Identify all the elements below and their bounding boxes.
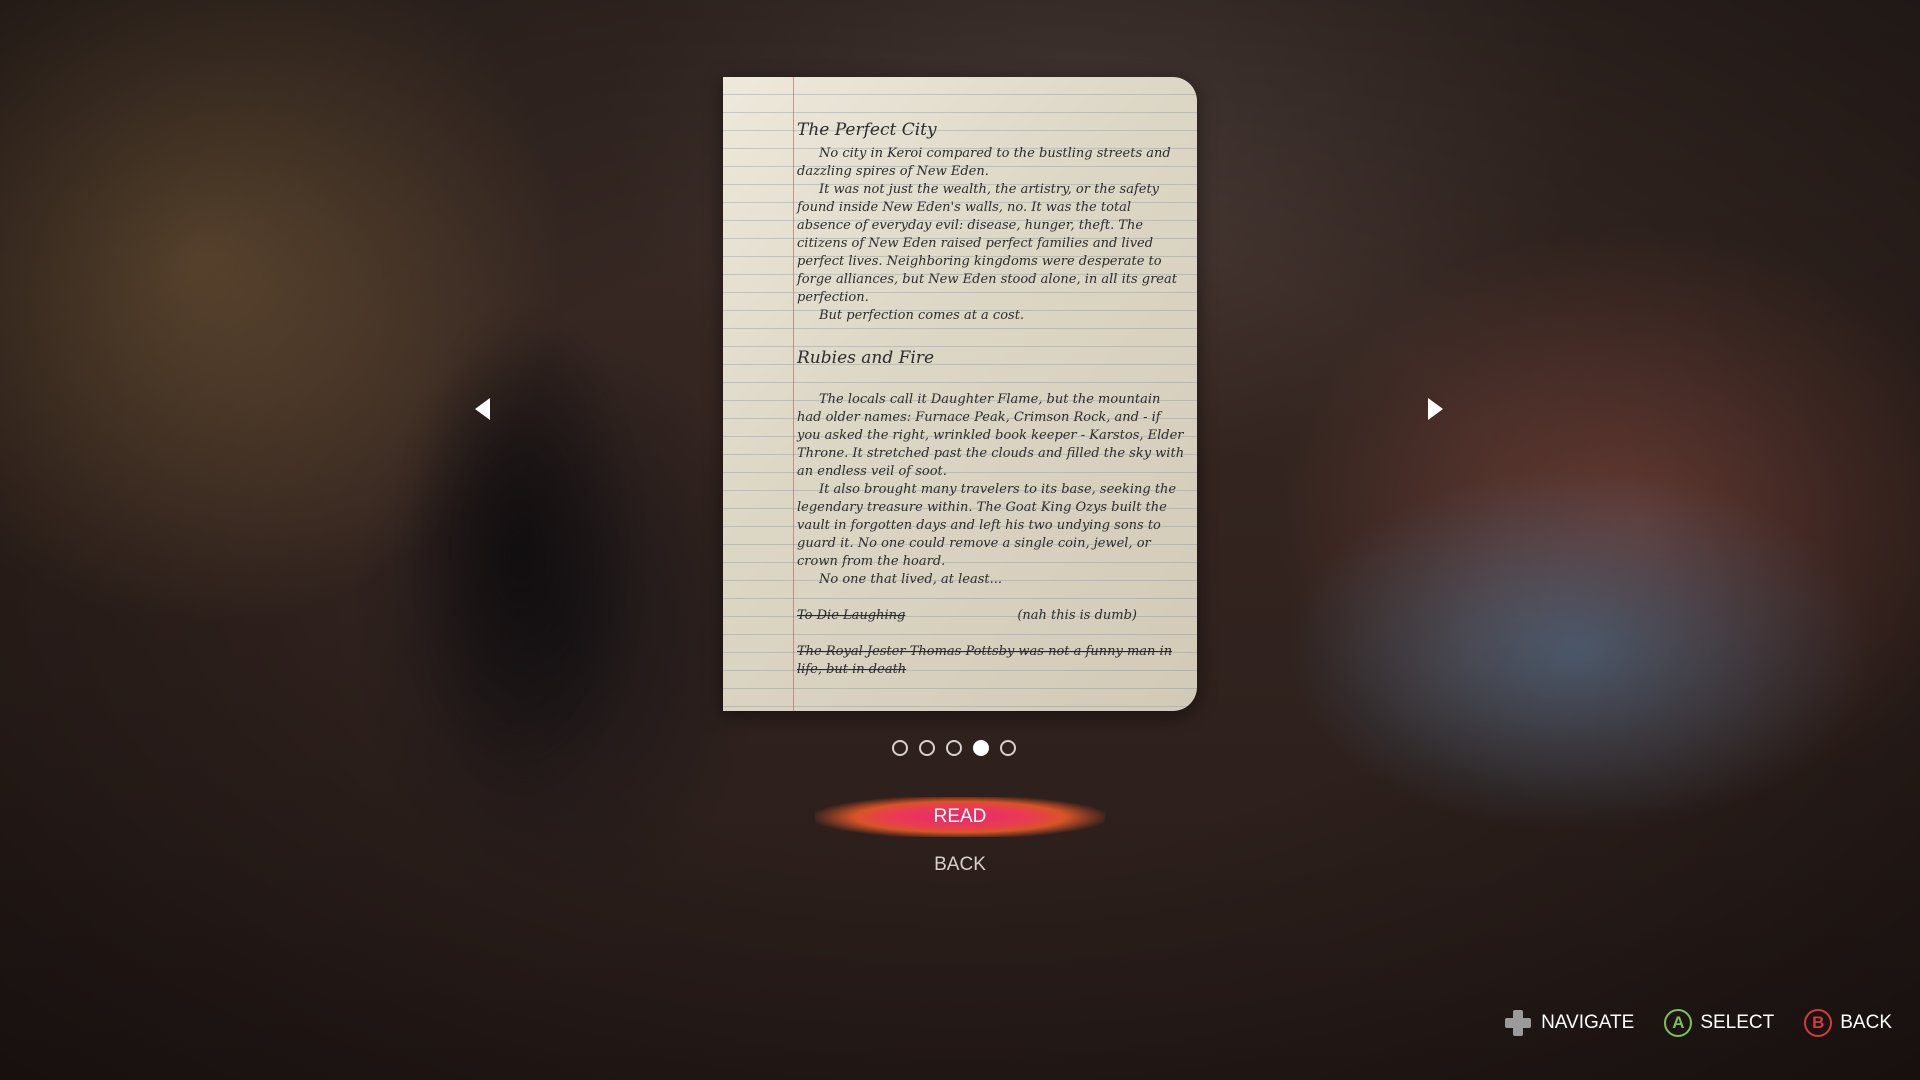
back-hint: B BACK — [1804, 1009, 1892, 1037]
struck-heading-row: To Die Laughing (nah this is dumb) — [797, 607, 1187, 625]
dpad-icon — [1503, 1008, 1533, 1038]
b-button-icon: B — [1804, 1009, 1833, 1037]
struck-line: The Royal Jester Thomas Pottsby was not … — [797, 644, 1173, 677]
next-page-arrow-icon[interactable] — [1428, 398, 1443, 420]
page-title: The Perfect City — [797, 120, 937, 140]
page-indicator — [892, 740, 1016, 756]
select-hint: A SELECT — [1664, 1009, 1774, 1037]
page-dot[interactable] — [1000, 740, 1016, 756]
back-label: BACK — [1840, 1012, 1892, 1033]
paragraph: It was not just the wealth, the artistry… — [797, 182, 1177, 305]
paragraph: The locals call it Daughter Flame, but t… — [797, 392, 1185, 479]
paragraph: But perfection comes at a cost. — [819, 308, 1025, 323]
paragraph: No one that lived, at least... — [819, 572, 1003, 587]
select-label: SELECT — [1700, 1012, 1775, 1033]
aside-note: (nah this is dumb) — [1017, 608, 1137, 623]
navigate-label: NAVIGATE — [1541, 1012, 1635, 1033]
navigate-hint: NAVIGATE — [1503, 1008, 1634, 1038]
section-title: Rubies and Fire — [797, 348, 935, 368]
controller-hints: NAVIGATE A SELECT B BACK — [1503, 1008, 1892, 1038]
page-dot[interactable] — [919, 740, 935, 756]
read-button[interactable]: READ — [815, 797, 1105, 837]
notebook-page: The Perfect City No city in Keroi compar… — [723, 77, 1197, 711]
paragraph: It also brought many travelers to its ba… — [797, 482, 1177, 569]
page-dot[interactable] — [973, 740, 989, 756]
back-button[interactable]: BACK — [880, 846, 1040, 884]
struck-title: To Die Laughing — [797, 608, 906, 623]
page-dot[interactable] — [892, 740, 908, 756]
character-silhouette — [340, 170, 700, 930]
page-dot[interactable] — [946, 740, 962, 756]
previous-page-arrow-icon[interactable] — [475, 398, 490, 420]
page-text: The Perfect City No city in Keroi compar… — [797, 115, 1187, 703]
paragraph: No city in Keroi compared to the bustlin… — [797, 146, 1171, 179]
a-button-icon: A — [1664, 1009, 1693, 1037]
